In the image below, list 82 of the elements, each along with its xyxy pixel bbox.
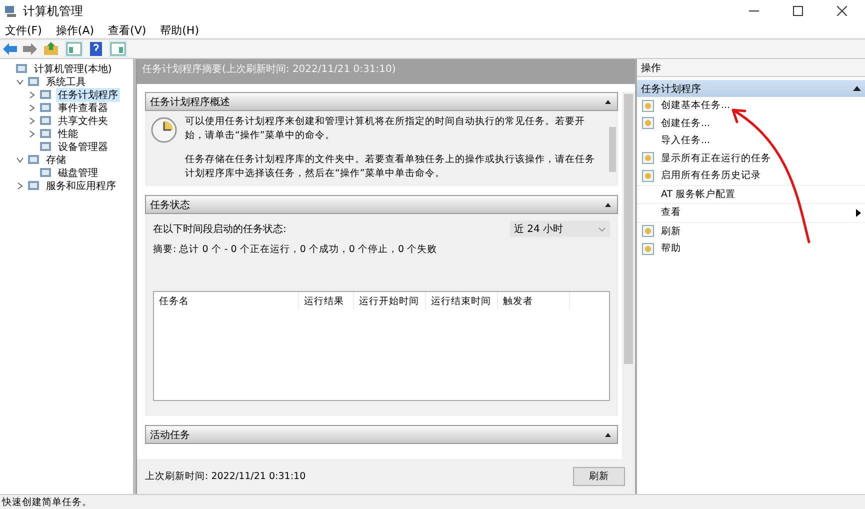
section-header[interactable]: 活动任务: [145, 425, 618, 444]
collapse-icon[interactable]: [605, 432, 611, 436]
folder-up-icon[interactable]: [43, 42, 59, 56]
tree-item[interactable]: 存储: [44, 152, 68, 166]
submenu-arrow-icon: [856, 208, 861, 217]
action-icon: [642, 100, 654, 112]
action-item[interactable]: 启用所有任务历史记录: [659, 169, 761, 182]
collapse-icon[interactable]: [853, 86, 861, 91]
action-item[interactable]: 帮助: [659, 242, 681, 256]
actions-header: 操作: [637, 59, 865, 77]
status-text: 快速创建简单任务。: [0, 494, 865, 509]
description-text: 任务存储在任务计划程序库的文件夹中。若要查看单独任务上的操作或执行该操作，请在任务计划程序库中选择该任务，然后在“操作”菜单中单击命令。: [185, 153, 596, 181]
forward-arrow-icon[interactable]: [23, 43, 37, 55]
menu-item[interactable]: 查看(V): [108, 22, 146, 38]
summary-header: 任务计划程序摘要(上次刷新时间: 2022/11/21 0:31:10): [137, 59, 635, 84]
tree-item[interactable]: 计算机管理(本地): [32, 62, 114, 76]
action-item[interactable]: 查看: [659, 206, 681, 220]
menu-item[interactable]: 操作(A): [56, 22, 94, 38]
back-arrow-icon[interactable]: [3, 43, 17, 55]
action-item[interactable]: 创建基本任务...: [659, 99, 730, 112]
action-item[interactable]: 刷新: [659, 224, 681, 238]
chevron-icon[interactable]: [16, 78, 24, 86]
action-item[interactable]: 显示所有正在运行的任务: [659, 152, 771, 165]
node-icon: [39, 166, 53, 180]
period-dropdown[interactable]: 近 24 小时: [510, 221, 610, 237]
menu-item[interactable]: 帮助(H): [160, 22, 199, 38]
action-icon: [642, 225, 654, 238]
summary-text: 摘要: 总计 0 个 - 0 个正在运行，0 个成功，0 个停止，0 个失败: [153, 243, 438, 256]
help-icon[interactable]: [89, 41, 103, 57]
node-icon: [39, 140, 53, 154]
action-icon: [642, 170, 654, 182]
column-header[interactable]: 触发者: [498, 292, 570, 310]
collapse-icon[interactable]: [605, 202, 611, 206]
panel-icon[interactable]: [109, 41, 127, 57]
column-header[interactable]: 运行结果: [299, 292, 354, 310]
panel-icon[interactable]: [65, 41, 83, 57]
action-item[interactable]: 创建任务...: [659, 116, 710, 130]
tree-item[interactable]: 磁盘管理: [56, 166, 100, 180]
scrollbar[interactable]: [622, 92, 635, 459]
chevron-icon[interactable]: [16, 182, 24, 190]
clock-icon: [151, 117, 177, 143]
tree-item[interactable]: 系统工具: [44, 74, 88, 88]
node-icon: [27, 152, 41, 166]
menu-item[interactable]: 文件(F): [5, 22, 42, 38]
description-text: 可以使用任务计划程序来创建和管理计算机将在所指定的时间自动执行的常见任务。若要开始，请单击“操作”菜单中的命令。: [185, 115, 586, 143]
tree-item[interactable]: 事件查看器: [56, 100, 110, 114]
node-icon: [39, 100, 53, 114]
chevron-icon[interactable]: [28, 116, 36, 124]
column-header[interactable]: 运行开始时间: [354, 292, 426, 310]
node-icon: [27, 74, 41, 88]
action-icon: [642, 117, 654, 130]
period-label: 在以下时间段启动的任务状态:: [153, 222, 286, 236]
tree-item[interactable]: 设备管理器: [56, 140, 110, 154]
chevron-icon[interactable]: [28, 90, 36, 98]
node-icon: [15, 62, 29, 76]
chevron-icon[interactable]: [28, 130, 36, 138]
computer-icon: [4, 4, 18, 18]
node-icon: [39, 88, 53, 102]
node-icon: [39, 114, 53, 128]
actions-section-header[interactable]: 任务计划程序: [637, 80, 865, 97]
column-header[interactable]: 运行结束时间: [426, 292, 498, 310]
refresh-button[interactable]: 刷新: [573, 467, 625, 486]
action-icon: [642, 152, 654, 164]
action-item[interactable]: 导入任务...: [659, 134, 710, 148]
chevron-icon[interactable]: [16, 156, 24, 164]
maximize-icon[interactable]: [793, 6, 803, 16]
column-header[interactable]: 任务名: [154, 292, 299, 310]
chevron-icon[interactable]: [28, 104, 36, 112]
action-icon: [642, 242, 654, 255]
section-header[interactable]: 任务计划程序概述: [145, 92, 618, 111]
collapse-icon[interactable]: [605, 100, 611, 104]
tree-item[interactable]: 性能: [56, 126, 80, 140]
tree-item[interactable]: 服务和应用程序: [44, 178, 118, 192]
node-icon: [27, 178, 41, 192]
last-refresh-text: 上次刷新时间: 2022/11/21 0:31:10: [145, 470, 306, 483]
tree-item[interactable]: 共享文件夹: [56, 114, 110, 128]
action-item[interactable]: AT 服务帐户配置: [659, 188, 736, 201]
close-icon[interactable]: [837, 6, 847, 16]
tree-item[interactable]: 任务计划程序: [56, 88, 120, 102]
node-icon: [39, 126, 53, 140]
window-title: 计算机管理: [23, 2, 84, 20]
section-header[interactable]: 任务状态: [145, 195, 618, 214]
